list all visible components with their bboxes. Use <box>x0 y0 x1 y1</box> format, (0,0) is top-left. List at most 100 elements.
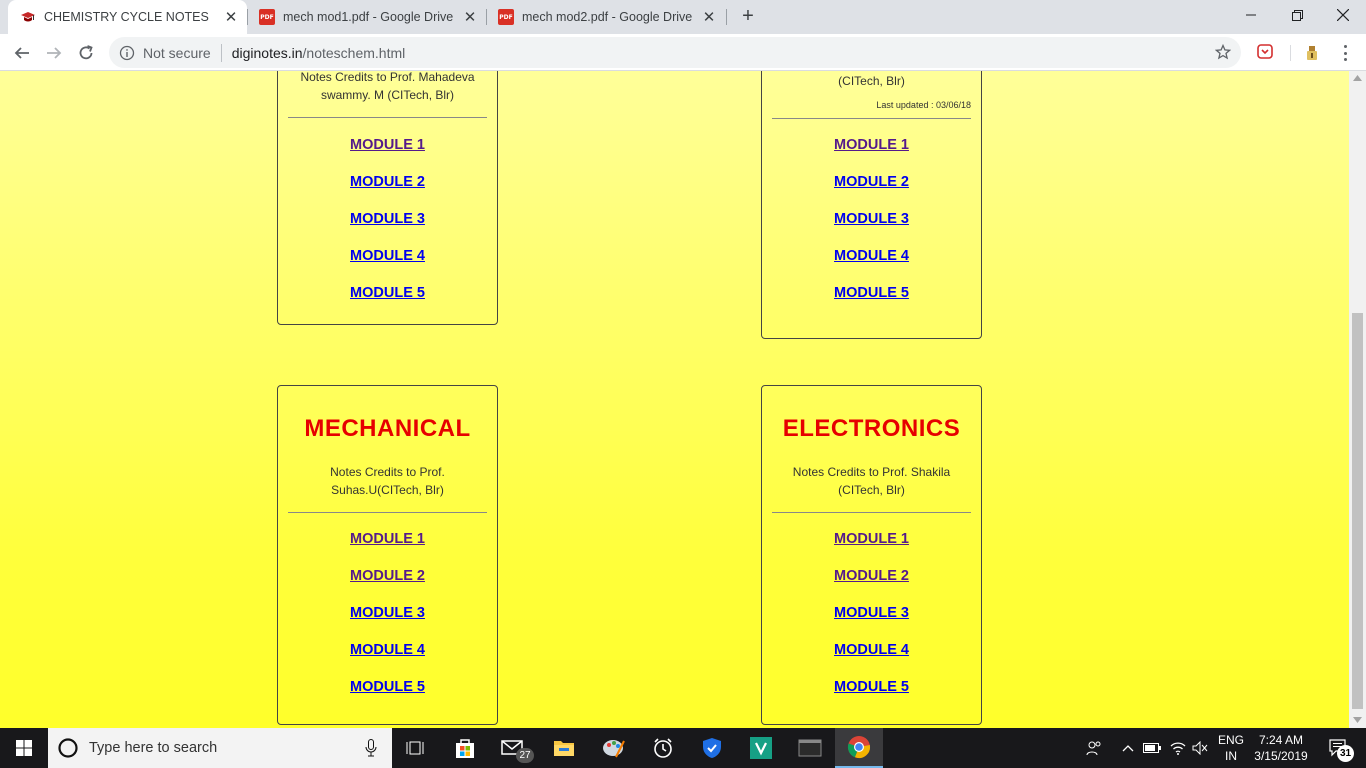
divider <box>220 43 222 62</box>
windows-taskbar: Type here to search 27 ENG IN 7:24 AM 3/… <box>0 728 1366 768</box>
module-4-link[interactable]: MODULE 4 <box>350 632 425 669</box>
module-1-link[interactable]: MODULE 1 <box>350 127 425 164</box>
module-3-link[interactable]: MODULE 3 <box>834 201 909 238</box>
tab-title: mech mod2.pdf - Google Drive <box>522 10 693 24</box>
minimize-button[interactable] <box>1228 0 1274 30</box>
module-5-link[interactable]: MODULE 5 <box>834 669 909 706</box>
close-window-button[interactable] <box>1320 0 1366 30</box>
info-icon[interactable] <box>119 45 135 61</box>
module-2-link[interactable]: MODULE 2 <box>350 558 425 595</box>
credits-line: Notes Credits to Prof. Mahadeva <box>300 71 475 84</box>
chevron-up-icon <box>1122 745 1134 752</box>
terminal-window-icon <box>798 739 822 757</box>
module-1-link[interactable]: MODULE 1 <box>834 127 909 164</box>
close-tab-icon[interactable]: ✕ <box>699 8 719 26</box>
module-1-link[interactable]: MODULE 1 <box>350 521 425 558</box>
arrow-left-icon <box>14 47 29 59</box>
close-tab-icon[interactable]: ✕ <box>221 8 241 26</box>
module-5-link[interactable]: MODULE 5 <box>350 669 425 706</box>
store-button[interactable] <box>441 728 489 768</box>
close-tab-icon[interactable]: ✕ <box>460 8 480 26</box>
shield-icon <box>703 738 721 758</box>
menu-button[interactable] <box>1336 43 1354 63</box>
file-explorer-button[interactable] <box>540 728 588 768</box>
module-3-link[interactable]: MODULE 3 <box>834 595 909 632</box>
task-view-button[interactable] <box>392 728 440 768</box>
security-status: Not secure <box>143 44 211 61</box>
credits-text: (CITech, Blr) <box>762 72 981 90</box>
module-5-link[interactable]: MODULE 5 <box>834 275 909 312</box>
network-button[interactable] <box>1167 728 1189 768</box>
module-2-link[interactable]: MODULE 2 <box>350 164 425 201</box>
windows-logo-icon <box>16 740 32 756</box>
input-language-button[interactable]: ENG IN <box>1213 728 1249 768</box>
module-2-link[interactable]: MODULE 2 <box>834 558 909 595</box>
start-button[interactable] <box>0 728 48 768</box>
credits-line: (CITech, Blr) <box>838 74 905 88</box>
module-1-link[interactable]: MODULE 1 <box>834 521 909 558</box>
module-2-link[interactable]: MODULE 2 <box>834 164 909 201</box>
page-scrollbar[interactable] <box>1349 71 1366 728</box>
tab-chemistry-cycle-notes[interactable]: CHEMISTRY CYCLE NOTES ✕ <box>8 0 247 34</box>
module-4-link[interactable]: MODULE 4 <box>350 238 425 275</box>
back-button[interactable] <box>8 39 36 67</box>
module-3-link[interactable]: MODULE 3 <box>350 595 425 632</box>
module-4-link[interactable]: MODULE 4 <box>834 238 909 275</box>
people-icon <box>1086 741 1101 756</box>
battery-button[interactable] <box>1141 728 1163 768</box>
tab-mech-mod1[interactable]: PDF mech mod1.pdf - Google Drive ✕ <box>247 0 486 34</box>
extension-button[interactable] <box>1302 43 1322 63</box>
search-placeholder: Type here to search <box>89 740 218 756</box>
tab-mech-mod2[interactable]: PDF mech mod2.pdf - Google Drive ✕ <box>486 0 725 34</box>
scrollbar-thumb[interactable] <box>1352 313 1363 709</box>
action-center-button[interactable]: 31 <box>1320 728 1358 768</box>
card-mechanical: MECHANICAL Notes Credits to Prof. Suhas.… <box>277 385 498 725</box>
module-3-link[interactable]: MODULE 3 <box>350 201 425 238</box>
divider <box>772 512 971 513</box>
clock-button[interactable]: 7:24 AM 3/15/2019 <box>1249 728 1313 768</box>
module-5-link[interactable]: MODULE 5 <box>350 275 425 312</box>
card-top-right: (CITech, Blr) Last updated : 03/06/18 MO… <box>761 71 982 339</box>
show-hidden-icons-button[interactable] <box>1118 728 1138 768</box>
new-tab-button[interactable]: + <box>737 6 759 28</box>
microphone-icon[interactable] <box>365 739 377 757</box>
mail-button[interactable]: 27 <box>490 728 538 768</box>
page-viewport: Notes Credits to Prof. Mahadeva swammy. … <box>0 71 1349 728</box>
task-view-icon <box>406 741 424 755</box>
chrome-taskbar-button[interactable] <box>835 728 883 768</box>
extension-pocket-button[interactable] <box>1256 43 1274 61</box>
app-button[interactable] <box>737 728 785 768</box>
menu-dot-icon <box>1343 58 1347 61</box>
clock-time: 7:24 AM <box>1258 733 1304 747</box>
module-4-link[interactable]: MODULE 4 <box>834 632 909 669</box>
divider <box>772 118 971 119</box>
scroll-down-arrow-icon[interactable] <box>1353 717 1362 723</box>
reload-button[interactable] <box>72 39 100 67</box>
graduation-cap-icon <box>21 12 35 22</box>
tab-title: CHEMISTRY CYCLE NOTES <box>44 10 209 24</box>
defender-button[interactable] <box>688 728 736 768</box>
cortana-circle-icon <box>58 738 78 758</box>
restore-button[interactable] <box>1274 0 1320 30</box>
taskbar-search-box[interactable]: Type here to search <box>48 728 392 768</box>
bookmark-star-icon[interactable] <box>1215 44 1231 60</box>
address-bar[interactable]: Not secure diginotes.in/noteschem.html <box>109 37 1241 68</box>
terminal-button[interactable] <box>786 728 834 768</box>
paint-palette-icon <box>603 740 625 758</box>
volume-button[interactable] <box>1189 728 1211 768</box>
last-updated-text: Last updated : 03/06/18 <box>876 100 971 110</box>
paint-button[interactable] <box>590 728 638 768</box>
pocket-extension-icon <box>1257 44 1273 59</box>
credits-text: Notes Credits to Prof. Suhas.U(CITech, B… <box>278 463 497 499</box>
wifi-icon <box>1170 742 1186 755</box>
scroll-up-arrow-icon[interactable] <box>1353 75 1362 81</box>
alarms-button[interactable] <box>639 728 687 768</box>
language-code: ENG <box>1217 733 1244 747</box>
menu-dot-icon <box>1343 45 1347 48</box>
forward-button[interactable] <box>40 39 68 67</box>
credits-line: swammy. M (CITech, Blr) <box>320 88 455 102</box>
people-button[interactable] <box>1080 728 1108 768</box>
credits-text: Notes Credits to Prof. Mahadeva swammy. … <box>278 71 497 104</box>
mail-unread-badge: 27 <box>516 748 534 763</box>
alarm-clock-icon <box>654 738 672 758</box>
